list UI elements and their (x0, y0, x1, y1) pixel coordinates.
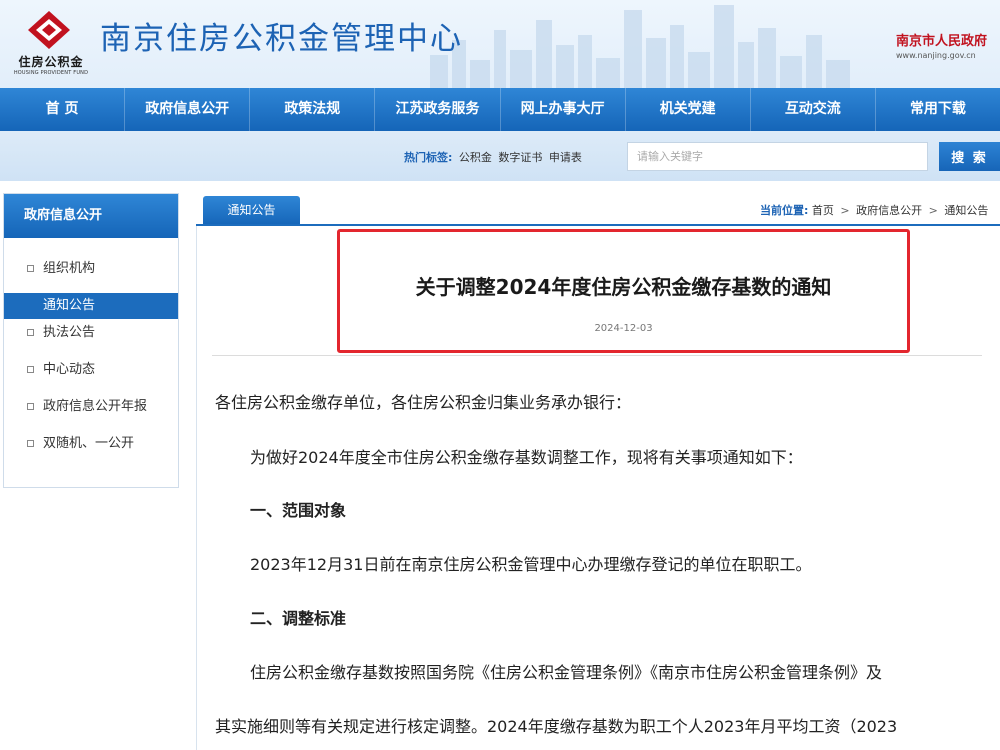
hot-tag-link[interactable]: 申请表 (549, 151, 582, 164)
sidebar-item-annual-report[interactable]: 政府信息公开年报 (4, 394, 178, 420)
hot-tag-link[interactable]: 数字证书 (498, 151, 542, 164)
content-divider (196, 226, 197, 750)
sidebar-item-label: 通知公告 (43, 298, 96, 313)
logo-subtext: HOUSING PROVIDENT FUND (13, 70, 89, 76)
search-button[interactable]: 搜 索 (939, 142, 1000, 171)
sidebar-item-double-random[interactable]: 双随机、一公开 (4, 431, 178, 457)
square-bullet-icon (27, 440, 34, 447)
square-bullet-icon (27, 329, 34, 336)
sidebar-item-enforcement[interactable]: 执法公告 (4, 320, 178, 346)
sidebar-item-notices[interactable]: 通知公告 (4, 293, 178, 319)
square-bullet-icon (27, 403, 34, 410)
tab-underline (196, 224, 1000, 226)
sidebar-item-org[interactable]: 组织机构 (4, 256, 178, 282)
nav-interaction[interactable]: 互动交流 (751, 88, 876, 131)
city-skyline-image (430, 5, 850, 88)
nanjing-gov-link[interactable]: 南京市人民政府 www.nanjing.gov.cn (896, 30, 996, 60)
article-title: 关于调整2024年度住房公积金缴存基数的通知 (415, 275, 832, 299)
hot-tag-link[interactable]: 公积金 (459, 151, 492, 164)
breadcrumb-link-notices[interactable]: 通知公告 (944, 204, 988, 217)
article-paragraph: 各住房公积金缴存单位，各住房公积金归集业务承办银行： (215, 393, 632, 412)
site-title: 南京住房公积金管理中心 (100, 21, 463, 57)
nav-home[interactable]: 首 页 (0, 88, 126, 131)
site-logo[interactable]: 住房公积金 HOUSING PROVIDENT FUND (10, 10, 90, 80)
search-bar: 热门标签: 公积金 数字证书 申请表 搜 索 (0, 131, 1000, 181)
article-paragraph: 为做好2024年度全市住房公积金缴存基数调整工作，现将有关事项通知如下： (250, 448, 803, 467)
square-bullet-icon (27, 265, 34, 272)
breadcrumb-link-gov-info[interactable]: 政府信息公开 (856, 204, 922, 217)
article-paragraph: 住房公积金缴存基数按照国务院《住房公积金管理条例》《南京市住房公积金管理条例》及 (250, 663, 883, 682)
nav-downloads[interactable]: 常用下载 (876, 88, 1000, 131)
nav-party[interactable]: 机关党建 (626, 88, 751, 131)
sidebar-item-label: 组织机构 (43, 261, 96, 276)
title-divider (212, 355, 982, 356)
gov-url: www.nanjing.gov.cn (896, 51, 976, 60)
provident-fund-logo-icon (28, 11, 70, 49)
logo-text: 住房公积金 (18, 55, 84, 69)
sidebar-item-label: 中心动态 (43, 362, 96, 377)
sidebar-title: 政府信息公开 (4, 194, 178, 238)
tab-notices[interactable]: 通知公告 (203, 196, 300, 225)
gov-name: 南京市人民政府 (896, 34, 988, 49)
article-section-heading: 二、调整标准 (250, 609, 347, 628)
site-header: 住房公积金 HOUSING PROVIDENT FUND 南京住房公积金管理中心… (0, 0, 1000, 88)
hot-tags-label: 热门标签: (404, 151, 453, 164)
breadcrumb-separator: > (840, 204, 850, 217)
square-bullet-icon (27, 366, 34, 373)
nav-online-hall[interactable]: 网上办事大厅 (501, 88, 626, 131)
article-date: 2024-12-03 (594, 323, 653, 334)
hot-tags: 热门标签: 公积金 数字证书 申请表 (404, 149, 582, 165)
breadcrumb: 当前位置: 首页 > 政府信息公开 > 通知公告 (760, 202, 988, 218)
breadcrumb-separator: > (928, 204, 938, 217)
nav-policy[interactable]: 政策法规 (250, 88, 376, 131)
breadcrumb-label: 当前位置: (760, 204, 809, 217)
sidebar-item-label: 双随机、一公开 (43, 436, 135, 451)
nav-gov-info[interactable]: 政府信息公开 (125, 88, 251, 131)
article-section-heading: 一、范围对象 (250, 501, 347, 520)
sidebar: 政府信息公开 组织机构 通知公告 执法公告 中心动态 政府信息公开年报 双随机、… (3, 193, 179, 488)
breadcrumb-link-home[interactable]: 首页 (812, 204, 834, 217)
article-paragraph: 其实施细则等有关规定进行核定调整。2024年度缴存基数为职工个人2023年月平均… (215, 717, 898, 736)
sidebar-item-news[interactable]: 中心动态 (4, 357, 178, 383)
search-input[interactable] (627, 142, 928, 171)
sidebar-item-label: 政府信息公开年报 (43, 399, 148, 414)
main-nav: 首 页 政府信息公开 政策法规 江苏政务服务 网上办事大厅 机关党建 互动交流 … (0, 88, 1000, 131)
sidebar-item-label: 执法公告 (43, 325, 96, 340)
nav-jiangsu-service[interactable]: 江苏政务服务 (375, 88, 501, 131)
article-paragraph: 2023年12月31日前在南京住房公积金管理中心办理缴存登记的单位在职职工。 (250, 555, 812, 574)
